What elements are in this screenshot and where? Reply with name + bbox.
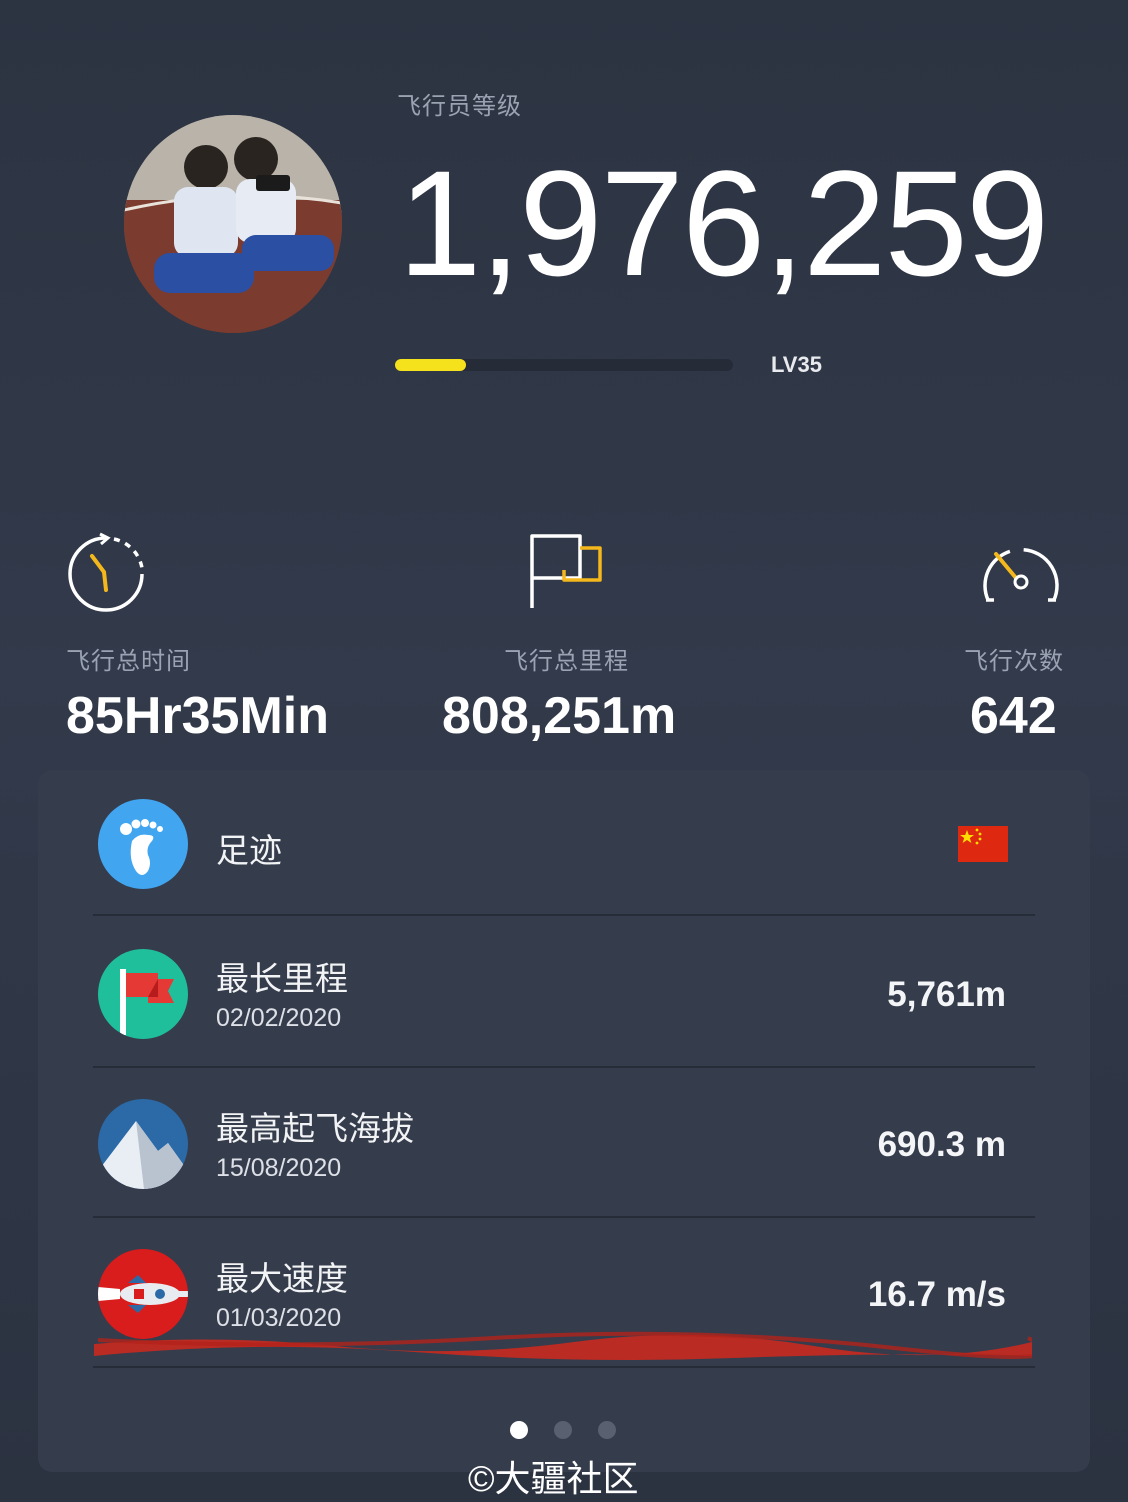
pilot-points: 1,976,259 bbox=[398, 139, 1049, 307]
divider bbox=[93, 914, 1035, 916]
longest-distance-value: 5,761m bbox=[887, 975, 1006, 1014]
longest-distance-row[interactable]: 最长里程 02/02/2020 5,761m bbox=[38, 920, 1090, 1070]
stat-flights[interactable] bbox=[978, 538, 1064, 613]
longest-distance-date: 02/02/2020 bbox=[216, 1004, 342, 1032]
longest-distance-title: 最长里程 bbox=[216, 960, 348, 997]
records-card: 足迹 最长里程 02/02/2020 5,761m 最高起飞海拔 15/08/2… bbox=[38, 770, 1090, 1472]
stat-flight-time[interactable] bbox=[64, 532, 148, 621]
flight-time-value: 85Hr35Min bbox=[66, 687, 329, 745]
distance-label: 飞行总里程 bbox=[504, 648, 629, 675]
red-flag-icon bbox=[98, 949, 188, 1039]
speedometer-icon bbox=[983, 547, 1059, 602]
mountain-icon bbox=[98, 1099, 188, 1189]
distance-value: 808,251m bbox=[442, 687, 677, 745]
rocket-icon bbox=[98, 1249, 188, 1339]
footprint-row[interactable]: 足迹 bbox=[38, 770, 1090, 920]
flights-label: 飞行次数 bbox=[964, 648, 1064, 675]
china-flag-icon bbox=[958, 826, 1008, 862]
page-dot[interactable] bbox=[554, 1421, 572, 1439]
avatar[interactable] bbox=[124, 115, 342, 333]
footprint-title: 足迹 bbox=[216, 832, 282, 869]
divider bbox=[93, 1216, 1035, 1218]
flag-icon bbox=[530, 534, 602, 608]
level-label: LV35 bbox=[771, 352, 822, 377]
highest-altitude-date: 15/08/2020 bbox=[216, 1154, 342, 1182]
level-progress-bar bbox=[395, 359, 733, 371]
max-speed-title: 最大速度 bbox=[216, 1260, 348, 1297]
page-dot-active[interactable] bbox=[510, 1421, 528, 1439]
level-progress-fill bbox=[395, 359, 466, 371]
page-dot[interactable] bbox=[598, 1421, 616, 1439]
highest-altitude-title: 最高起飞海拔 bbox=[216, 1110, 414, 1147]
flight-time-label: 飞行总时间 bbox=[66, 648, 191, 675]
stat-distance[interactable] bbox=[524, 530, 608, 619]
avatar-photo bbox=[124, 115, 342, 333]
max-speed-value: 16.7 m/s bbox=[867, 1275, 1006, 1314]
highest-altitude-value: 690.3 m bbox=[877, 1125, 1006, 1164]
flights-value: 642 bbox=[970, 687, 1057, 745]
red-scribble-mark bbox=[94, 1331, 1032, 1360]
footprint-icon bbox=[98, 799, 188, 889]
rank-label: 飞行员等级 bbox=[397, 93, 522, 120]
stopwatch-icon bbox=[68, 532, 144, 612]
divider bbox=[93, 1066, 1035, 1068]
highest-altitude-row[interactable]: 最高起飞海拔 15/08/2020 690.3 m bbox=[38, 1070, 1090, 1220]
divider bbox=[93, 1366, 1035, 1368]
watermark: ©大疆社区 bbox=[468, 1458, 639, 1499]
max-speed-date: 01/03/2020 bbox=[216, 1304, 342, 1332]
